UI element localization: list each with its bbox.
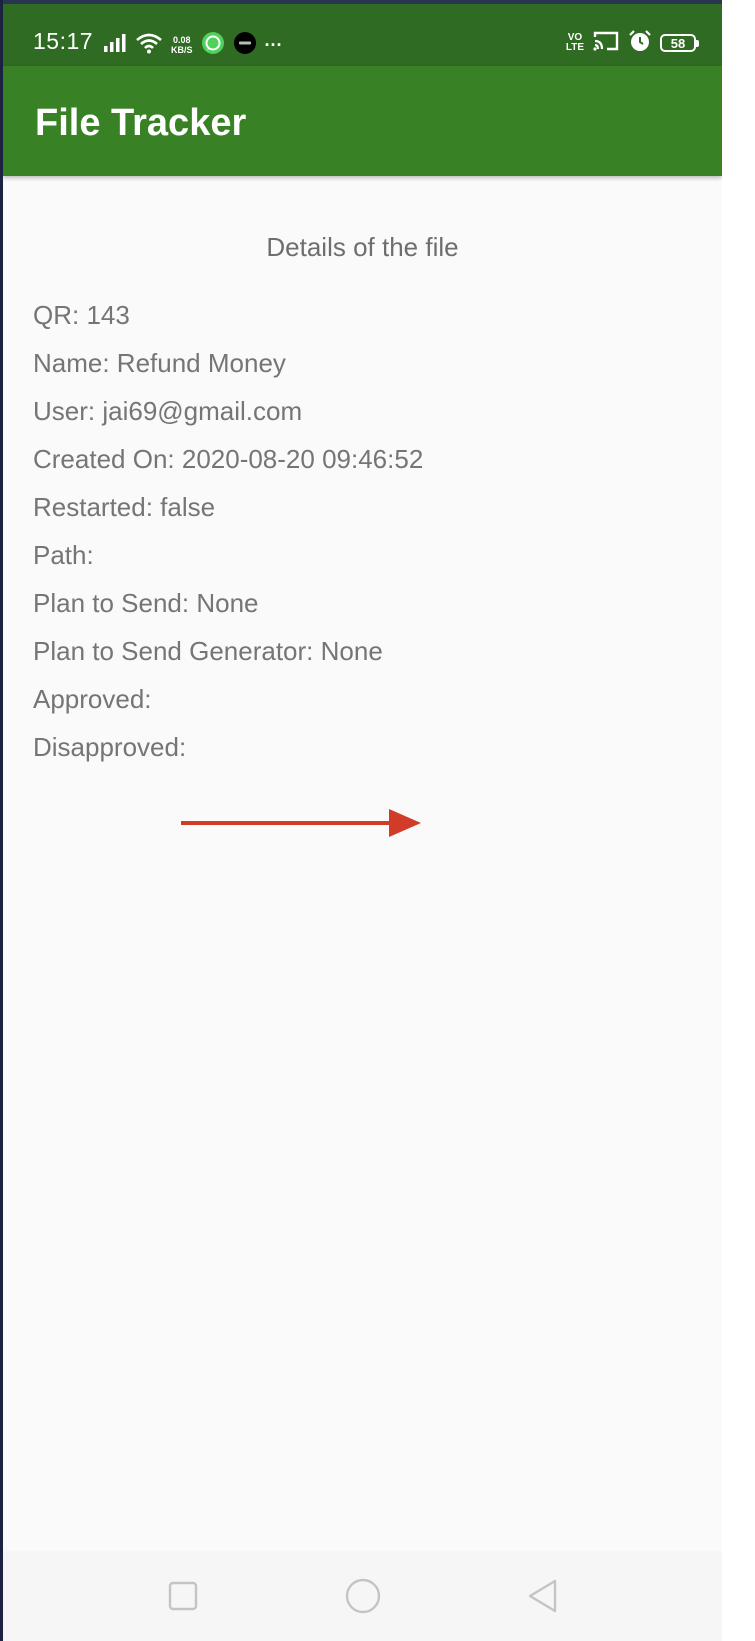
whatsapp-icon bbox=[201, 31, 225, 60]
more-indicator: ··· bbox=[264, 34, 283, 55]
status-right-icons: VO LTE 58 bbox=[566, 28, 699, 58]
net-speed-value: 0.08 bbox=[172, 35, 191, 45]
battery-icon: 58 bbox=[660, 34, 699, 52]
uber-icon bbox=[233, 31, 257, 60]
detail-user: User: jai69@gmail.com bbox=[33, 396, 303, 426]
recents-square-icon[interactable] bbox=[158, 1571, 208, 1621]
detail-approved: Approved: bbox=[33, 684, 152, 714]
app-title: File Tracker bbox=[35, 102, 247, 144]
status-left-icons: 0.08 KB/S ··· bbox=[103, 30, 283, 60]
detail-created-on: Created On: 2020-08-20 09:46:52 bbox=[33, 444, 424, 474]
detail-plan-to-send-generator: Plan to Send Generator: None bbox=[33, 636, 383, 666]
arrow-right-icon bbox=[181, 809, 421, 837]
details-heading: Details of the file bbox=[266, 232, 459, 262]
navigation-bar bbox=[3, 1551, 722, 1641]
wifi-icon bbox=[135, 32, 163, 59]
status-time: 15:17 bbox=[33, 28, 94, 54]
battery-level: 58 bbox=[670, 35, 686, 51]
volte-bottom: LTE bbox=[565, 42, 584, 53]
detail-plan-to-send: Plan to Send: None bbox=[33, 588, 259, 618]
detail-disapproved: Disapproved: bbox=[33, 732, 187, 762]
net-speed: 0.08 KB/S bbox=[171, 35, 193, 55]
details-list: QR: 143 Name: Refund Money User: jai69@g… bbox=[33, 300, 423, 780]
home-circle-icon[interactable] bbox=[338, 1571, 388, 1621]
net-speed-unit: KB/S bbox=[171, 45, 193, 55]
status-bar: 15:17 0.08 KB/S ··· VO LTE 58 bbox=[3, 4, 722, 66]
detail-qr: QR: 143 bbox=[33, 300, 130, 330]
back-triangle-icon[interactable] bbox=[518, 1571, 568, 1621]
detail-name: Name: Refund Money bbox=[33, 348, 286, 378]
detail-restarted: Restarted: false bbox=[33, 492, 216, 522]
screen-frame-right bbox=[722, 0, 755, 1641]
detail-path: Path: bbox=[33, 540, 94, 570]
signal-icon bbox=[103, 33, 127, 58]
volte-indicator: VO LTE bbox=[566, 33, 584, 53]
app-bar: File Tracker bbox=[3, 66, 722, 176]
phone-screen: 15:17 0.08 KB/S ··· VO LTE 58 File Track… bbox=[3, 4, 722, 1641]
cast-icon bbox=[592, 30, 620, 57]
alarm-icon bbox=[628, 29, 652, 58]
